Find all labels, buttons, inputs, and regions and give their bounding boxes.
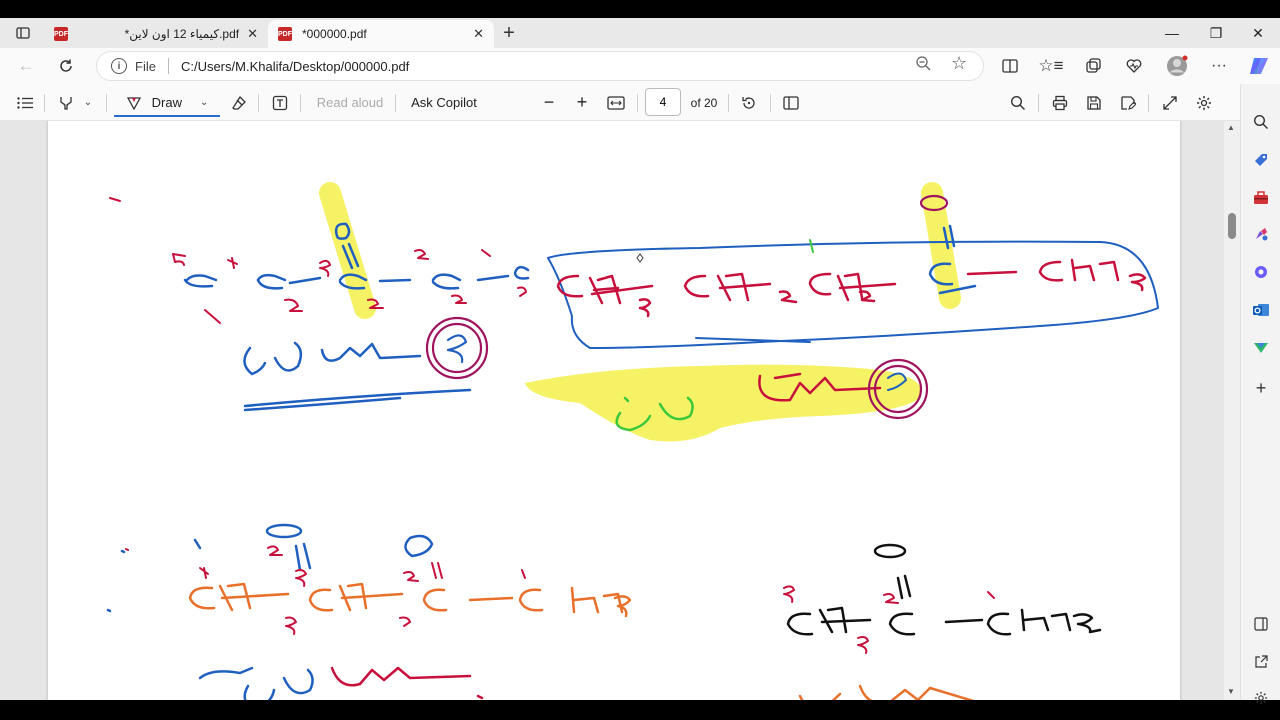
new-tab-button[interactable]: + [494, 20, 524, 46]
tab-000000-pdf[interactable]: PDF *000000.pdf ✕ [268, 20, 494, 48]
scheme-label: File [135, 58, 156, 74]
red-condensed-structure [556, 258, 1147, 318]
eraser-icon[interactable] [226, 90, 252, 115]
open-external-icon[interactable] [1249, 650, 1273, 674]
chevron-down-icon[interactable]: ⌄ [200, 97, 208, 108]
draw-label: Draw [151, 95, 182, 110]
minimize-button[interactable]: — [1150, 18, 1194, 48]
url-text: C:/Users/M.Khalifa/Desktop/000000.pdf [180, 58, 410, 74]
page-number-input[interactable]: 4 [645, 88, 681, 116]
chevron-down-icon[interactable]: ⌄ [84, 97, 92, 108]
orange-name-scribble-4 [798, 684, 975, 700]
green-tick [809, 239, 814, 253]
tab-title: *000000.pdf [302, 27, 367, 41]
red-numbers-4 [783, 585, 995, 654]
more-options-icon[interactable]: ··· [1204, 53, 1234, 79]
close-tab-icon[interactable]: ✕ [473, 26, 484, 42]
arabic-name-scribble-3 [198, 666, 314, 700]
zoom-in-button[interactable]: + [569, 90, 595, 115]
search-icon[interactable] [1249, 110, 1273, 134]
zoom-icon[interactable] [915, 55, 931, 71]
pdf-icon: PDF [278, 27, 292, 41]
divider [258, 94, 259, 112]
close-window-button[interactable]: ✕ [1236, 18, 1280, 48]
rotate-icon[interactable] [736, 90, 762, 115]
draw-button[interactable]: Draw ⌄ [114, 90, 220, 117]
restore-button[interactable]: ❐ [1194, 18, 1238, 48]
favorites-icon[interactable]: ☆≡ [1036, 53, 1066, 79]
divider [637, 94, 638, 112]
save-as-icon[interactable] [1115, 90, 1141, 115]
tools-briefcase-icon[interactable] [1249, 186, 1273, 210]
page-total-label: of 20 [690, 95, 718, 110]
address-row: ← i File C:/Users/M.Khalifa/Desktop/0000… [0, 48, 1280, 84]
arabic-name-scribble-1 [243, 341, 472, 412]
carbon-number-labels [109, 197, 527, 324]
handwritten-ink-annotations [106, 182, 1159, 700]
divider [728, 94, 729, 112]
pdf-document-viewer[interactable]: ▲ ▼ [0, 121, 1240, 700]
shopping-tag-icon[interactable] [1249, 148, 1273, 172]
blue-carbonyls-3 [106, 523, 434, 613]
address-bar[interactable]: i File C:/Users/M.Khalifa/Desktop/000000… [96, 51, 984, 81]
avatar[interactable] [1162, 53, 1192, 79]
divider [1038, 94, 1039, 112]
blue-enclosing-loop [547, 240, 1159, 349]
scroll-up-icon[interactable]: ▲ [1227, 123, 1235, 132]
copilot-icon[interactable] [1244, 53, 1274, 79]
favorite-star-icon[interactable]: ☆ [951, 53, 967, 74]
pdf-icon: PDF [54, 27, 68, 41]
refresh-button[interactable] [52, 53, 80, 79]
black-structure-4 [786, 543, 1102, 636]
pdf-page[interactable] [48, 121, 1180, 700]
diamond-mark [636, 253, 644, 263]
tab-title: *كيمياء 12 اون لاين.pdf [124, 27, 240, 41]
back-button[interactable]: ← [12, 53, 40, 79]
scrollbar-thumb[interactable] [1228, 213, 1236, 239]
tab-chemistry-pdf[interactable]: PDF *كيمياء 12 اون لاين.pdf ✕ [44, 20, 268, 48]
divider [395, 94, 396, 112]
ask-copilot-button[interactable]: Ask Copilot [406, 90, 482, 115]
save-icon[interactable] [1081, 90, 1107, 115]
games-icon[interactable] [1249, 222, 1273, 246]
sidebar-settings-gear-icon[interactable] [1249, 686, 1273, 710]
info-icon[interactable]: i [111, 58, 127, 74]
hide-sidebar-icon[interactable] [1249, 612, 1273, 636]
page-view-icon[interactable] [778, 90, 804, 115]
copilot-apps-icon[interactable] [1249, 260, 1273, 284]
fullscreen-icon[interactable] [1157, 90, 1183, 115]
highlight-button[interactable]: ⌄ [52, 90, 98, 115]
highlight-blob [525, 364, 922, 442]
add-text-icon[interactable] [267, 90, 293, 115]
divider [167, 58, 169, 74]
zoom-out-button[interactable]: − [536, 90, 562, 115]
pdf-toolbar: ⌄ Draw ⌄ Read aloud Ask Copilot − + 4 of… [0, 84, 1240, 121]
search-icon[interactable] [1005, 90, 1031, 115]
red-name-scribble-3 [330, 666, 484, 700]
divider [300, 94, 301, 112]
print-icon[interactable] [1047, 90, 1073, 115]
fit-to-width-icon[interactable] [603, 90, 629, 115]
close-tab-icon[interactable]: ✕ [247, 26, 258, 42]
divider [1148, 94, 1149, 112]
edge-sidebar: + [1240, 84, 1280, 705]
vertical-scrollbar[interactable]: ▲ ▼ [1224, 121, 1240, 700]
settings-gear-icon[interactable] [1191, 90, 1217, 115]
drop-icon[interactable] [1249, 336, 1273, 360]
tab-actions-icon[interactable] [8, 20, 38, 46]
divider [106, 94, 107, 112]
browser-window: PDF *كيمياء 12 اون لاين.pdf ✕ PDF *00000… [0, 18, 1280, 705]
divider [770, 94, 771, 112]
orange-structure-3 [188, 582, 632, 618]
tab-strip: PDF *كيمياء 12 اون لاين.pdf ✕ PDF *00000… [0, 18, 1280, 48]
scroll-down-icon[interactable]: ▼ [1227, 687, 1235, 696]
outlook-icon[interactable] [1249, 298, 1273, 322]
browser-essentials-icon[interactable] [1119, 53, 1149, 79]
split-screen-icon[interactable] [995, 53, 1025, 79]
divider [44, 94, 45, 112]
add-sidebar-app-button[interactable]: + [1249, 376, 1273, 400]
contents-icon[interactable] [12, 90, 38, 115]
read-aloud-button[interactable]: Read aloud [312, 90, 388, 115]
collections-icon[interactable] [1078, 53, 1108, 79]
